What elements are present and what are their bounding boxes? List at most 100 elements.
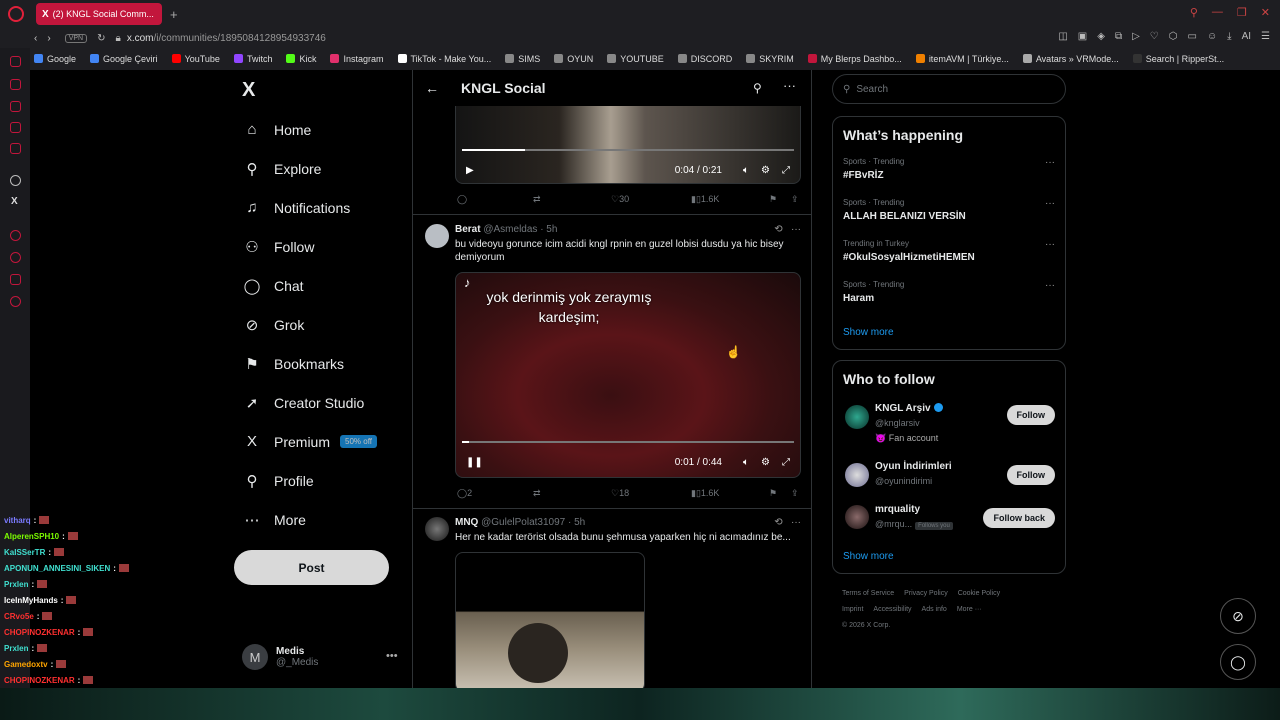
- tweet-time[interactable]: · 5h: [540, 224, 557, 235]
- retweet-icon[interactable]: ⇄: [533, 194, 541, 205]
- more-dots-icon[interactable]: ···: [1045, 239, 1055, 250]
- author-name[interactable]: Berat: [455, 224, 481, 235]
- pause-icon[interactable]: ❚❚: [466, 457, 483, 468]
- nav-item-chat[interactable]: ◯ Chat: [242, 277, 304, 295]
- footer-link[interactable]: More ···: [957, 606, 982, 613]
- avatar[interactable]: [425, 224, 449, 248]
- new-tab-icon[interactable]: +: [170, 7, 178, 22]
- history-icon[interactable]: [10, 252, 21, 263]
- video-player[interactable]: ▶ 0:04 / 0:21 🔈︎ ⚙ ⤢: [455, 100, 801, 184]
- share-icon[interactable]: ⇪: [791, 488, 799, 499]
- bookmark-item[interactable]: SIMS: [505, 54, 540, 64]
- author-handle[interactable]: @Asmeldas: [483, 224, 537, 235]
- back-arrow-icon[interactable]: ←: [425, 80, 439, 96]
- avatar[interactable]: [845, 405, 869, 429]
- chatgpt-icon[interactable]: [10, 175, 21, 186]
- play-icon[interactable]: ▷: [1132, 31, 1140, 42]
- reply-icon[interactable]: ◯: [457, 194, 467, 205]
- bookmark-item[interactable]: SKYRIM: [746, 54, 794, 64]
- avatar[interactable]: [845, 505, 869, 529]
- volume-icon[interactable]: 🔈︎: [743, 165, 749, 176]
- cube-icon[interactable]: ⬡: [1169, 31, 1178, 42]
- bookmark-item[interactable]: Google: [34, 54, 76, 64]
- bookmark-icon[interactable]: ⚑: [769, 194, 777, 205]
- rail-icon[interactable]: [10, 79, 21, 90]
- reply-button[interactable]: ◯ 2: [457, 488, 472, 499]
- suggestion-name[interactable]: KNGL Arşiv: [875, 403, 943, 414]
- back-icon[interactable]: ‹: [34, 33, 37, 44]
- show-more-link[interactable]: Show more: [843, 551, 894, 562]
- rail-icon[interactable]: [10, 230, 21, 241]
- follow-button[interactable]: Follow: [1006, 465, 1055, 485]
- settings-icon[interactable]: ⚙: [761, 457, 770, 468]
- menu-icon[interactable]: ☰: [1261, 31, 1270, 42]
- nav-item-bookmarks[interactable]: ⚑ Bookmarks: [242, 355, 344, 373]
- bookmark-item[interactable]: TikTok - Make You...: [397, 54, 491, 64]
- bookmark-toolbar-icon[interactable]: ▭: [1187, 31, 1196, 42]
- share-icon[interactable]: ⇪: [791, 194, 799, 205]
- account-icon[interactable]: ☺: [1207, 31, 1217, 42]
- footer-link[interactable]: Accessibility: [873, 606, 911, 613]
- nav-item-profile[interactable]: ⚲ Profile: [242, 472, 314, 490]
- fullscreen-icon[interactable]: ⤢: [782, 165, 790, 176]
- restore-icon[interactable]: ❐: [1237, 6, 1247, 19]
- footer-link[interactable]: Cookie Policy: [958, 590, 1000, 597]
- footer-link[interactable]: © 2026 X Corp.: [842, 622, 890, 629]
- account-switcher[interactable]: M Medis @_Medis •••: [242, 644, 398, 670]
- grok-icon[interactable]: ⟲: [774, 224, 782, 235]
- download-icon[interactable]: ⤓: [1227, 31, 1231, 42]
- more-dots-icon[interactable]: ···: [791, 224, 801, 235]
- suggestion-name[interactable]: Oyun İndirimleri: [875, 461, 952, 472]
- bookmark-item[interactable]: itemAVM | Türkiye...: [915, 54, 1009, 64]
- rail-icon[interactable]: [10, 56, 21, 67]
- avatar[interactable]: [425, 517, 449, 541]
- shield-icon[interactable]: ◈: [1097, 31, 1105, 42]
- search-input[interactable]: ⚲ Search: [832, 74, 1066, 104]
- close-window-icon[interactable]: ✕: [1261, 6, 1270, 19]
- bookmark-item[interactable]: YOUTUBE: [607, 54, 664, 64]
- reload-icon[interactable]: ↻: [97, 33, 105, 44]
- tweet-image[interactable]: [455, 552, 645, 688]
- nav-item-more[interactable]: ⋯ More: [242, 511, 306, 529]
- grok-fab-icon[interactable]: ⊘: [1220, 598, 1256, 634]
- heart-icon[interactable]: ♡: [1150, 31, 1159, 42]
- video-progress[interactable]: [462, 149, 794, 151]
- like-button[interactable]: ♡ 18: [611, 488, 629, 499]
- snapshot-icon[interactable]: ▣: [1078, 31, 1087, 42]
- footer-link[interactable]: Terms of Service: [842, 590, 894, 597]
- nav-item-premium[interactable]: X Premium 50% off: [242, 433, 377, 450]
- search-icon[interactable]: ⚲: [753, 81, 762, 95]
- grok-icon[interactable]: ⟲: [774, 517, 782, 528]
- views-button[interactable]: ▮▯ 1.6K: [691, 488, 719, 499]
- avatar[interactable]: [845, 463, 869, 487]
- more-dots-icon[interactable]: •••: [386, 650, 398, 662]
- bookmark-item[interactable]: My Blerps Dashbo...: [807, 54, 902, 64]
- author-handle[interactable]: @GulelPolat31097: [481, 517, 565, 528]
- footer-link[interactable]: Imprint: [842, 606, 863, 613]
- follow-back-button[interactable]: Follow back: [983, 508, 1055, 528]
- more-dots-icon[interactable]: ···: [783, 78, 796, 93]
- follow-button[interactable]: Follow: [1006, 405, 1055, 425]
- post-button[interactable]: Post: [234, 550, 389, 585]
- video-player[interactable]: ♪ yok derinmiş yok zeraymış kardeşim; ❚❚…: [455, 272, 801, 478]
- more-dots-icon[interactable]: ···: [791, 517, 801, 528]
- rail-icon[interactable]: [10, 101, 21, 112]
- browser-tab[interactable]: X (2) KNGL Social Comm...: [36, 3, 162, 25]
- show-more-link[interactable]: Show more: [843, 327, 894, 338]
- footer-link[interactable]: Privacy Policy: [904, 590, 948, 597]
- bookmark-item[interactable]: Google Çeviri: [90, 54, 158, 64]
- settings-icon[interactable]: [10, 296, 21, 307]
- extensions-icon[interactable]: ⧉: [1115, 31, 1122, 42]
- search-tabs-icon[interactable]: ⚲: [1190, 6, 1198, 19]
- author-name[interactable]: MNQ: [455, 517, 478, 528]
- ai-icon[interactable]: AI: [1242, 31, 1251, 42]
- bookmark-item[interactable]: Search | RipperSt...: [1132, 54, 1224, 64]
- settings-icon[interactable]: ⚙: [761, 165, 770, 176]
- bookmark-item[interactable]: YouTube: [171, 54, 220, 64]
- rail-icon[interactable]: [10, 122, 21, 133]
- rail-icon[interactable]: [10, 143, 21, 154]
- url-field[interactable]: x.com/i/communities/1895084128954933746: [127, 33, 326, 44]
- views-button[interactable]: ▮▯ 1.6K: [691, 194, 719, 205]
- forward-icon[interactable]: ›: [47, 33, 50, 44]
- bookmark-item[interactable]: Instagram: [330, 54, 384, 64]
